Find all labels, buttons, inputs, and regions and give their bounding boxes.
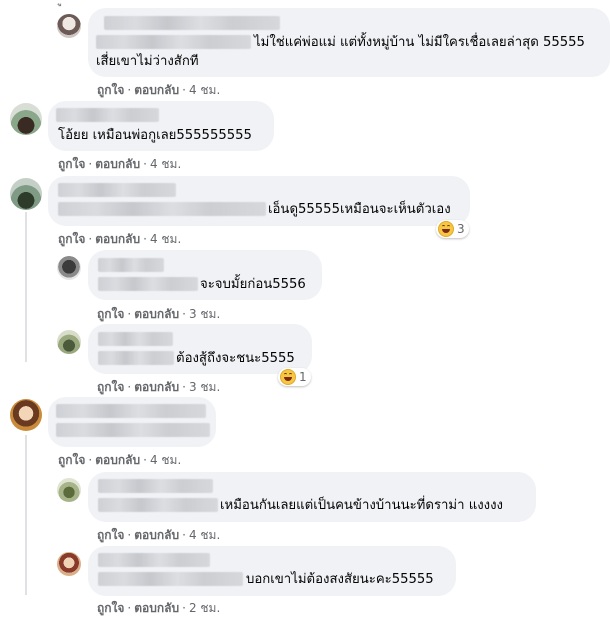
timestamp[interactable]: 2 ชม.	[189, 601, 220, 615]
reply-link[interactable]: ตอบกลับ	[134, 83, 179, 97]
avatar[interactable]	[10, 103, 42, 135]
comment-actions: ถูกใจ · ตอบกลับ · 3 ชม.	[97, 307, 221, 321]
reaction-count: 3	[457, 222, 465, 236]
reply-thread-line	[25, 435, 27, 595]
blurred-commenter-name	[104, 16, 280, 30]
like-link[interactable]: ถูกใจ	[58, 232, 85, 246]
like-link[interactable]: ถูกใจ	[97, 601, 124, 615]
reaction-badge[interactable]: 3	[436, 220, 469, 238]
reply-link[interactable]: ตอบกลับ	[134, 528, 179, 542]
avatar[interactable]	[10, 178, 42, 210]
avatar[interactable]	[57, 330, 81, 354]
like-link[interactable]: ถูกใจ	[58, 453, 85, 467]
like-link[interactable]: ถูกใจ	[97, 528, 124, 542]
blurred-mention	[98, 572, 243, 586]
comment-actions: ถูกใจ · ตอบกลับ · 4 ชม.	[58, 232, 182, 246]
comment-actions: ถูกใจ · ตอบกลับ · 4 ชม.	[97, 83, 221, 97]
reaction-count: 1	[299, 370, 307, 384]
blurred-commenter-name	[56, 108, 159, 122]
comment-actions: ถูกใจ · ตอบกลับ · 4 ชม.	[97, 528, 221, 542]
reply-link[interactable]: ตอบกลับ	[95, 157, 140, 171]
blurred-commenter-name	[98, 479, 213, 493]
comment-text: โอ้ยย เหมือนพ่อกูเลย555555555	[58, 128, 252, 143]
comment-text: ไม่ใช่แค่พ่อแม่ แต่ทั้งหมู่บ้าน ไม่มีใคร…	[254, 35, 585, 50]
reply-link[interactable]: ตอบกลับ	[95, 232, 140, 246]
comment-text: เหมือนกันเลยแต่เป็นคนข้างบ้านนะที่ดราม่า…	[220, 498, 503, 513]
comment-actions: ถูกใจ · ตอบกลับ · 4 ชม.	[58, 453, 182, 467]
blurred-mention	[96, 35, 251, 49]
like-link[interactable]: ถูกใจ	[97, 307, 124, 321]
comment-text: เอ็นดู55555เหมือนจะเห็นตัวเอง	[268, 202, 451, 217]
haha-icon	[280, 369, 296, 385]
avatar[interactable]	[57, 256, 81, 280]
avatar[interactable]	[57, 478, 81, 502]
blurred-commenter-name	[98, 332, 173, 346]
comment-actions: ถูกใจ · ตอบกลับ · 2 ชม.	[97, 601, 221, 615]
reply-link[interactable]: ตอบกลับ	[95, 453, 140, 467]
timestamp[interactable]: 3 ชม.	[189, 380, 220, 394]
timestamp[interactable]: 4 ชม.	[189, 83, 220, 97]
like-link[interactable]: ถูกใจ	[97, 380, 124, 394]
avatar[interactable]	[57, 552, 81, 576]
like-link[interactable]: ถูกใจ	[58, 157, 85, 171]
reply-link[interactable]: ตอบกลับ	[134, 307, 179, 321]
timestamp[interactable]: 3 ชม.	[189, 307, 220, 321]
avatar[interactable]	[10, 399, 42, 431]
comment-actions: ถูกใจ · ตอบกลับ · 3 ชม.	[97, 380, 221, 394]
timestamp[interactable]: 4 ชม.	[150, 232, 181, 246]
comment-text: เสี่ยเขาไม่ว่างสักที	[96, 54, 199, 69]
blurred-comment-text	[56, 423, 210, 437]
blurred-commenter-name	[56, 404, 206, 418]
timestamp[interactable]: 4 ชม.	[150, 157, 181, 171]
blurred-commenter-name	[58, 183, 176, 197]
comment-text: ต้องสู้ถึงจะชนะ5555	[176, 351, 295, 366]
blurred-commenter-name	[98, 258, 164, 272]
blurred-mention	[98, 351, 174, 365]
blurred-mention	[98, 277, 198, 291]
blurred-commenter-name	[98, 553, 210, 567]
timestamp[interactable]: 4 ชม.	[150, 453, 181, 467]
comment-text: บอกเขาไม่ต้องสงสัยนะคะ55555	[246, 572, 434, 587]
avatar[interactable]	[57, 14, 81, 38]
haha-icon	[438, 221, 454, 237]
blurred-mention	[98, 498, 218, 512]
reaction-badge[interactable]: 1	[278, 368, 311, 386]
like-link[interactable]: ถูกใจ	[97, 83, 124, 97]
reply-link[interactable]: ตอบกลับ	[134, 380, 179, 394]
blurred-mention	[58, 202, 266, 216]
reply-thread-line	[25, 212, 27, 362]
reply-link[interactable]: ตอบกลับ	[134, 601, 179, 615]
comment-text: จะจบมั้ยก่อน5556	[200, 277, 306, 292]
timestamp[interactable]: 4 ชม.	[189, 528, 220, 542]
comment-actions: ถูกใจ · ตอบกลับ · 4 ชม.	[58, 157, 182, 171]
